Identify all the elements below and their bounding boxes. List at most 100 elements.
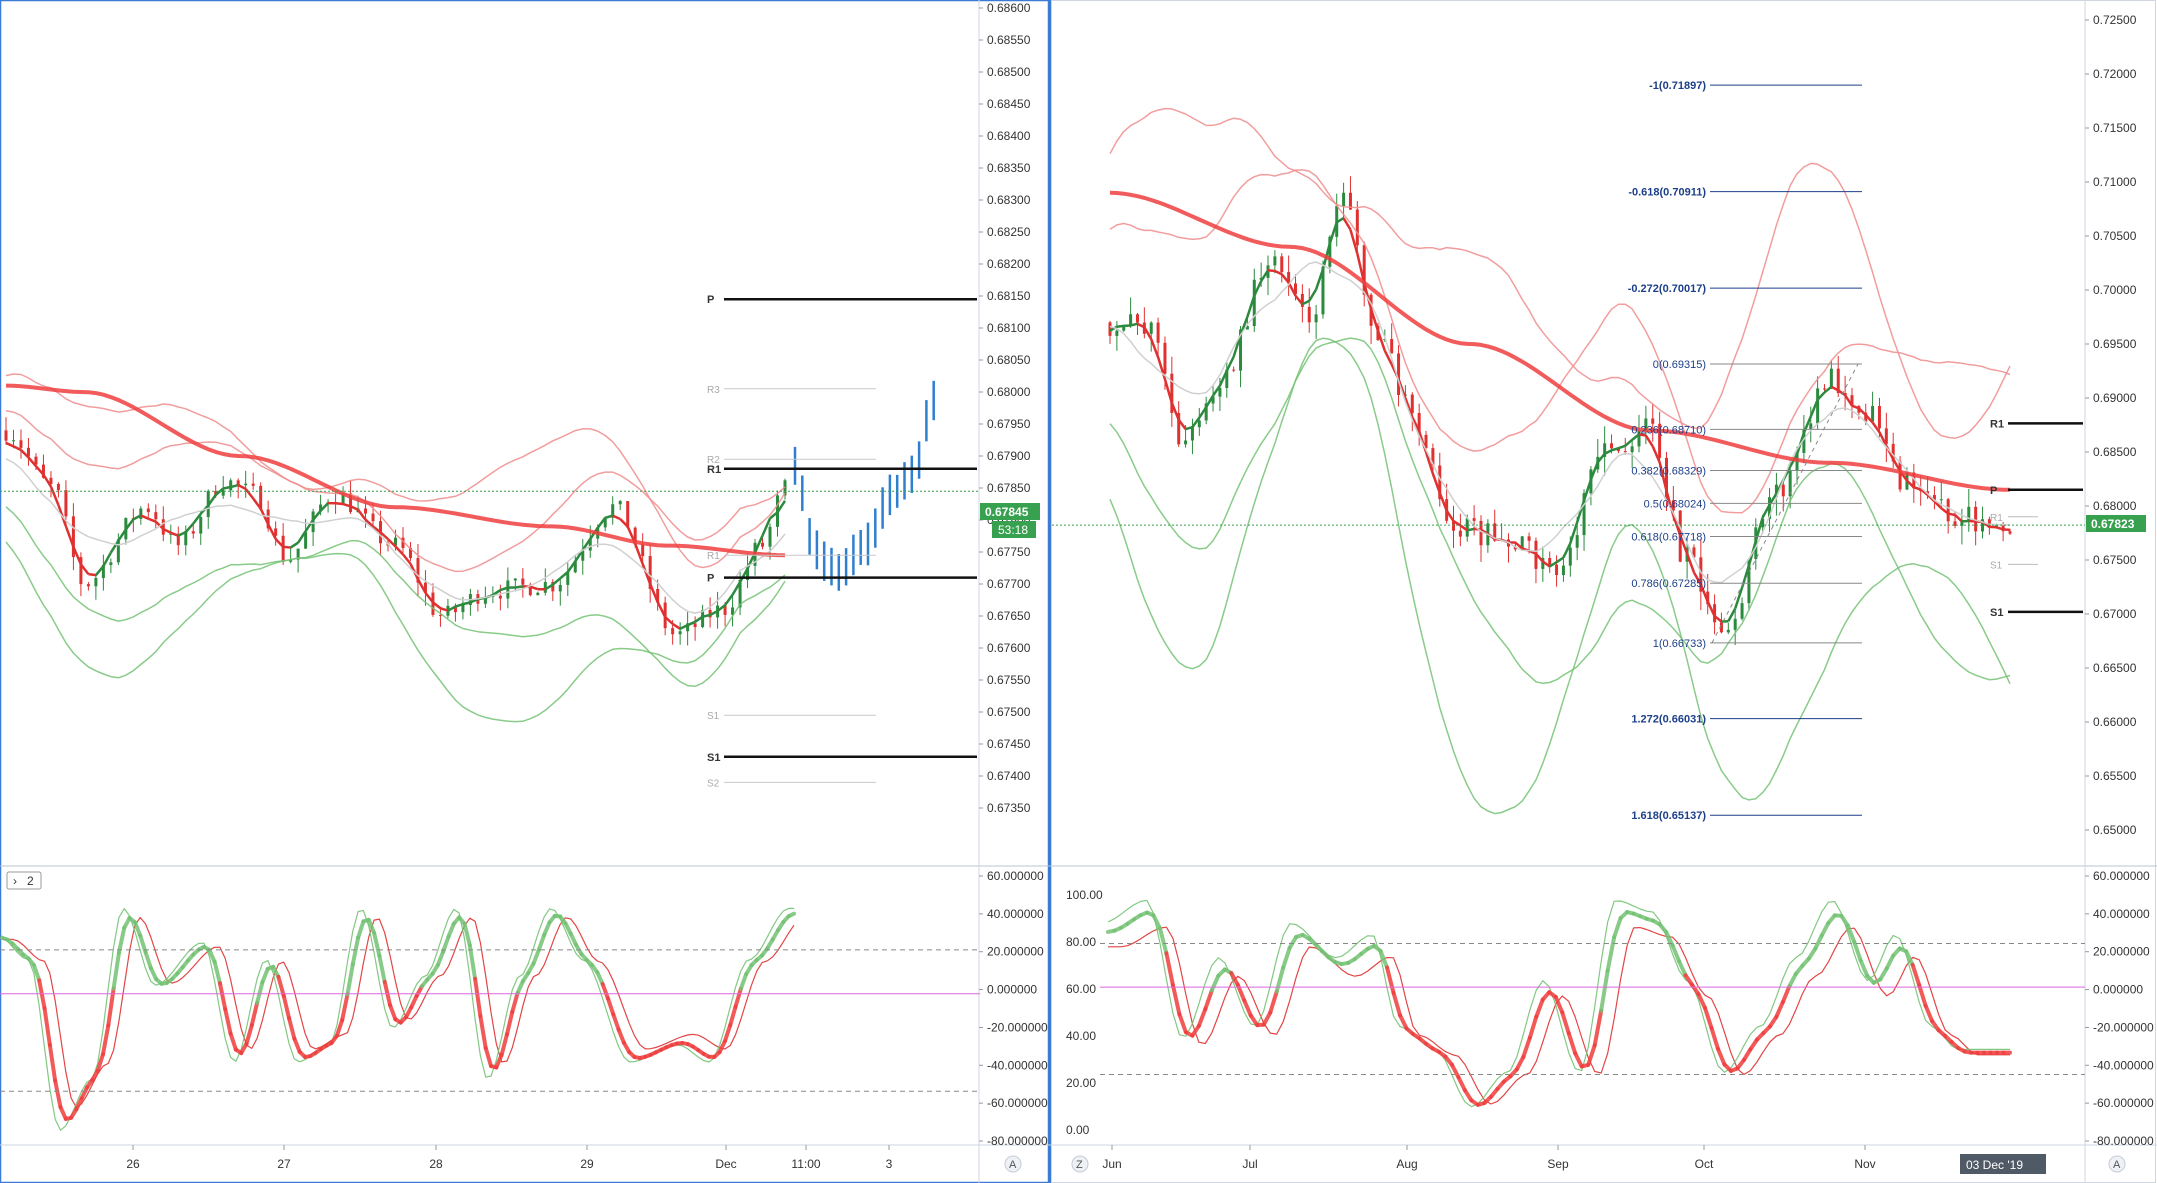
candle-body <box>1190 427 1194 441</box>
right-indicator-pane[interactable]: 100.00 80.00 60.00 40.00 20.00 0.00 60.000000 4… <box>1066 869 2154 1148</box>
stoch-main-segment <box>260 966 270 985</box>
candle-body <box>1184 440 1188 445</box>
candle-body <box>1939 499 1943 501</box>
price-tick-label: 0.68000 <box>2093 499 2137 513</box>
stoch-main-segment <box>1560 1010 1571 1036</box>
time-tick-label: 3 <box>886 1157 893 1171</box>
auto-scale-right-button[interactable]: A <box>2108 1155 2126 1173</box>
fast-ma-segment <box>335 501 344 506</box>
stoch-main-segment <box>1819 921 1831 938</box>
fast-ma-segment <box>515 585 524 589</box>
stoch-main-segment <box>372 930 382 958</box>
right-current-price: 0.67823 <box>2091 517 2135 531</box>
fib-level-label: 0.382(0.68329) <box>1631 465 1706 477</box>
candle-body <box>461 604 465 613</box>
price-tick-label: 0.68050 <box>987 353 1031 367</box>
price-tick-label: 0.67900 <box>987 449 1031 463</box>
fast-ma-segment <box>1624 438 1633 447</box>
stoch-main-segment <box>1780 984 1792 1005</box>
right-time-axis[interactable]: Jun Jul Aug Sep Oct Nov <box>1102 1145 1876 1171</box>
time-tick-label: Jul <box>1242 1157 1257 1171</box>
price-tick-label: 0.67950 <box>987 417 1031 431</box>
fast-ma-segment <box>1913 486 1922 491</box>
price-tick-label: 0.70000 <box>2093 283 2137 297</box>
lower-band-outer <box>1109 337 2011 815</box>
left-time-axis[interactable]: 26 27 28 29 Dec 11:00 3 <box>126 1145 893 1171</box>
price-tick-label: 0.67700 <box>987 577 1031 591</box>
candle-body <box>1115 330 1119 336</box>
indicator-left-tick-label: 60.00 <box>1066 982 1096 996</box>
auto-scale-right-label: A <box>2113 1159 2121 1171</box>
candle-body <box>1548 558 1552 565</box>
price-tick-label: 0.000000 <box>987 983 1037 997</box>
indicator-badge[interactable]: › 2 <box>6 871 42 890</box>
auto-scale-left-label: A <box>1009 1159 1017 1171</box>
candle-body <box>19 440 23 448</box>
right-price-pane[interactable]: -1(0.71897) -0.618(0.70911) -0.272(0.70017… <box>1052 80 2085 822</box>
candle-body <box>1651 418 1655 424</box>
stoch-main-segment <box>223 1007 233 1036</box>
pivot-label-faint: R1 <box>1990 513 2003 524</box>
stoch-main-segment <box>1599 968 1610 1013</box>
stoch-main-segment <box>53 1078 63 1110</box>
stoch-main-segment <box>1177 1012 1188 1035</box>
candle-body <box>146 508 150 513</box>
left-price-pane[interactable]: PR3R2R1R1PS1S1S2 <box>0 294 979 789</box>
stoch-main-segment <box>446 921 456 939</box>
right-price-axis[interactable]: 0.72500 0.72000 0.71500 0.71000 0.70500 0.700… <box>2085 13 2137 837</box>
fib-level-label: 0(0.69315) <box>1653 359 1706 371</box>
price-tick-label: 0.68500 <box>2093 445 2137 459</box>
stoch-main-segment <box>738 972 749 991</box>
stoch-main-segment <box>276 974 286 998</box>
candle-body <box>191 531 195 534</box>
indicator-left-tick-label: 40.00 <box>1066 1029 1096 1043</box>
price-tick-label: 20.000000 <box>987 945 1044 959</box>
price-tick-label: 0.68350 <box>987 161 1031 175</box>
stoch-main-segment <box>605 996 616 1017</box>
candle-body <box>1630 446 1634 453</box>
stoch-main-segment <box>255 980 265 1005</box>
candle-body <box>1472 518 1476 521</box>
candle-body <box>1733 618 1737 630</box>
candle-body <box>56 483 60 491</box>
stoch-main-segment <box>340 992 350 1023</box>
stoch-main-segment <box>1527 1014 1539 1040</box>
candle-body <box>1197 420 1201 428</box>
fast-ma-segment <box>289 541 299 549</box>
indicator-left-tick-label: 0.00 <box>1066 1123 1090 1137</box>
stoch-main-segment <box>1787 971 1798 989</box>
time-tick-label: 27 <box>277 1157 291 1171</box>
fast-ma-segment <box>612 514 621 521</box>
left-indicator-pane[interactable]: 60.000000 40.000000 20.000000 0.000000 -20.0… <box>0 869 1048 1148</box>
fast-ma-segment <box>702 613 711 618</box>
date-tag: 03 Dec '19 <box>1960 1154 2046 1174</box>
price-tick-label: 0.71000 <box>2093 175 2137 189</box>
stoch-main-segment <box>478 1014 488 1050</box>
candle-body <box>1410 394 1414 414</box>
stoch-main-segment <box>1534 997 1545 1019</box>
stoch-main-segment <box>42 1006 52 1047</box>
fast-ma-segment <box>462 601 471 606</box>
stoch-main-segment <box>1923 1003 1935 1024</box>
zoom-button[interactable]: Z <box>1071 1155 1089 1173</box>
fib-level-label: -1(0.71897) <box>1649 80 1706 92</box>
time-tick-label: Sep <box>1547 1157 1569 1171</box>
candle-body <box>1280 256 1284 273</box>
stoch-main-segment <box>600 982 610 1001</box>
stoch-main-segment <box>1196 1006 1208 1028</box>
candle-body <box>1555 564 1559 576</box>
indicator-left-tick-label: 20.00 <box>1066 1076 1096 1090</box>
candle-body <box>1781 484 1785 497</box>
fib-level-label: 0.618(0.67718) <box>1631 531 1706 543</box>
stoch-main-segment <box>1514 1055 1526 1072</box>
left-price-axis[interactable]: 0.68600 0.68550 0.68500 0.68450 0.68400 0.683… <box>979 1 1031 815</box>
stoch-main-segment <box>1612 916 1623 940</box>
stoch-main-segment <box>1274 965 1286 994</box>
auto-scale-left-button[interactable]: A <box>1004 1155 1022 1173</box>
price-tick-label: 20.000000 <box>2093 945 2150 959</box>
price-tick-label: 40.000000 <box>2093 907 2150 921</box>
stoch-main-segment <box>1229 971 1240 987</box>
candle-body <box>94 578 98 587</box>
stoch-main-segment <box>111 950 121 991</box>
candle-body <box>1623 451 1627 453</box>
